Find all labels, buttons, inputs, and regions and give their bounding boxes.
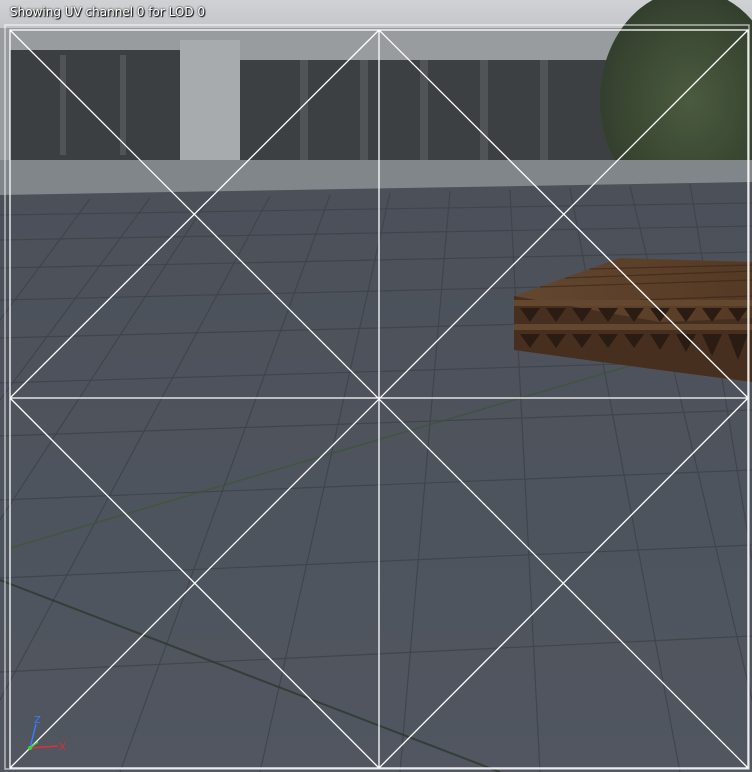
uv-channel-status-label: Showing UV channel 0 for LOD 0 — [10, 5, 206, 19]
gizmo-x-axis — [29, 745, 59, 749]
gizmo-z-label: Z — [34, 715, 41, 726]
gizmo-x-label: X — [59, 742, 66, 753]
editor-viewport[interactable]: Showing UV channel 0 for LOD 0 Z X — [0, 0, 752, 772]
scene-render — [0, 0, 752, 772]
axis-gizmo-icon: Z X — [28, 715, 66, 753]
